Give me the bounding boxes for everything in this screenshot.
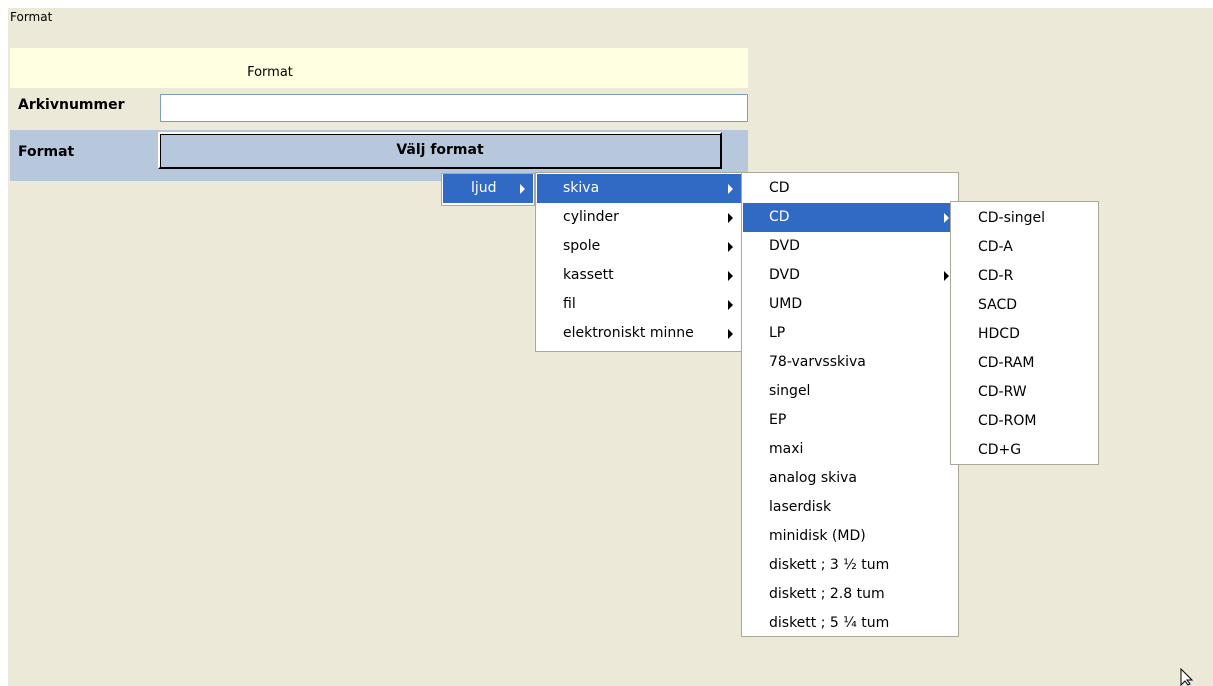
cd-menu-item-label: HDCD bbox=[978, 326, 1020, 342]
form-header-label: Format bbox=[247, 65, 293, 80]
menu-item-ljud-root-label: ljud bbox=[471, 180, 497, 196]
skiva-menu-item-7[interactable]: singel bbox=[743, 377, 957, 406]
cd-menu-item-5[interactable]: CD-RAM bbox=[952, 349, 1097, 378]
skiva-menu-item-10[interactable]: analog skiva bbox=[743, 464, 957, 493]
submenu-arrow-icon bbox=[728, 213, 733, 223]
submenu-arrow-icon bbox=[728, 271, 733, 281]
cd-menu-item-8[interactable]: CD+G bbox=[952, 436, 1097, 465]
skiva-menu-item-1[interactable]: CD bbox=[743, 203, 957, 232]
ljud-menu-item-4[interactable]: fil bbox=[537, 290, 741, 319]
skiva-menu-item-13[interactable]: diskett ; 3 ½ tum bbox=[743, 551, 957, 580]
cd-menu-item-1[interactable]: CD-A bbox=[952, 233, 1097, 262]
cd-menu-item-7[interactable]: CD-ROM bbox=[952, 407, 1097, 436]
ljud-submenu: skiva cylinder spole kassett fil elektroniskt… bbox=[535, 172, 743, 352]
arkivnummer-label: Arkivnummer bbox=[18, 97, 125, 113]
skiva-menu-item-label: minidisk (MD) bbox=[769, 528, 866, 544]
submenu-arrow-icon bbox=[728, 242, 733, 252]
ljud-menu-item-label: skiva bbox=[563, 180, 600, 196]
skiva-menu-item-4[interactable]: UMD bbox=[743, 290, 957, 319]
skiva-menu-item-label: DVD bbox=[769, 238, 800, 254]
cd-menu-item-label: CD-RW bbox=[978, 384, 1027, 400]
submenu-arrow-icon bbox=[728, 300, 733, 310]
skiva-menu-item-12[interactable]: minidisk (MD) bbox=[743, 522, 957, 551]
ljud-menu-item-2[interactable]: spole bbox=[537, 232, 741, 261]
skiva-menu-item-label: diskett ; 5 ¼ tum bbox=[769, 615, 890, 631]
skiva-menu-item-0[interactable]: CD bbox=[743, 174, 957, 203]
skiva-menu-item-label: analog skiva bbox=[769, 470, 857, 486]
skiva-menu-item-5[interactable]: LP bbox=[743, 319, 957, 348]
format-label: Format bbox=[18, 144, 75, 160]
skiva-menu-item-label: diskett ; 3 ½ tum bbox=[769, 557, 890, 573]
skiva-menu-item-label: LP bbox=[769, 325, 786, 341]
skiva-menu-item-label: CD bbox=[769, 180, 790, 196]
arkivnummer-input[interactable] bbox=[160, 94, 748, 122]
submenu-arrow-icon bbox=[944, 213, 949, 223]
skiva-menu-item-3[interactable]: DVD bbox=[743, 261, 957, 290]
ljud-menu-item-1[interactable]: cylinder bbox=[537, 203, 741, 232]
ljud-menu-item-label: kassett bbox=[563, 267, 614, 283]
ljud-menu-item-0[interactable]: skiva bbox=[537, 174, 741, 203]
cd-menu-item-label: CD-RAM bbox=[978, 355, 1035, 371]
ljud-menu-item-label: fil bbox=[563, 296, 576, 312]
skiva-menu-item-label: diskett ; 2.8 tum bbox=[769, 586, 885, 602]
cd-menu-item-2[interactable]: CD-R bbox=[952, 262, 1097, 291]
cd-menu-item-label: CD-ROM bbox=[978, 413, 1037, 429]
ljud-menu-item-5[interactable]: elektroniskt minne bbox=[537, 319, 741, 348]
cd-menu-item-label: CD-A bbox=[978, 239, 1013, 255]
cd-menu-item-label: CD+G bbox=[978, 442, 1022, 458]
skiva-menu-item-label: CD bbox=[769, 209, 790, 225]
submenu-arrow-icon bbox=[728, 329, 733, 339]
skiva-menu-item-11[interactable]: laserdisk bbox=[743, 493, 957, 522]
skiva-menu-item-14[interactable]: diskett ; 2.8 tum bbox=[743, 580, 957, 609]
skiva-menu-item-label: laserdisk bbox=[769, 499, 832, 515]
skiva-menu-item-label: 78-varvsskiva bbox=[769, 354, 866, 370]
skiva-menu-item-2[interactable]: DVD bbox=[743, 232, 957, 261]
submenu-arrow-icon bbox=[728, 184, 733, 194]
form-header: Format bbox=[10, 48, 748, 88]
skiva-menu-item-8[interactable]: EP bbox=[743, 406, 957, 435]
mouse-pointer-icon bbox=[1180, 668, 1194, 686]
skiva-menu-item-label: singel bbox=[769, 383, 811, 399]
format-menu-root: ljud bbox=[441, 173, 535, 206]
skiva-menu-item-15[interactable]: diskett ; 5 ¼ tum bbox=[743, 609, 957, 638]
ljud-menu-item-label: cylinder bbox=[563, 209, 619, 225]
cd-menu-item-3[interactable]: SACD bbox=[952, 291, 1097, 320]
skiva-menu-item-9[interactable]: maxi bbox=[743, 435, 957, 464]
ljud-menu-item-3[interactable]: kassett bbox=[537, 261, 741, 290]
skiva-menu-item-label: UMD bbox=[769, 296, 803, 312]
skiva-menu-item-6[interactable]: 78-varvsskiva bbox=[743, 348, 957, 377]
skiva-submenu: CD CD DVD DVD UMD LP 78-varvsskiva singel EP maxi… bbox=[741, 172, 959, 637]
choose-format-button[interactable]: Välj format bbox=[158, 132, 722, 169]
cd-menu-item-label: SACD bbox=[978, 297, 1018, 313]
cd-menu-item-0[interactable]: CD-singel bbox=[952, 204, 1097, 233]
cd-menu-item-6[interactable]: CD-RW bbox=[952, 378, 1097, 407]
cd-menu-item-label: CD-R bbox=[978, 268, 1014, 284]
page: Format Format Arkivnummer Format Välj fo… bbox=[0, 0, 1213, 686]
cd-menu-item-4[interactable]: HDCD bbox=[952, 320, 1097, 349]
skiva-menu-item-label: maxi bbox=[769, 441, 804, 457]
skiva-menu-item-label: DVD bbox=[769, 267, 800, 283]
cd-submenu: CD-singel CD-A CD-R SACD HDCD CD-RAM CD-RW CD-R… bbox=[950, 201, 1099, 465]
ljud-menu-item-label: spole bbox=[563, 238, 601, 254]
submenu-arrow-icon bbox=[944, 271, 949, 281]
window-title: Format bbox=[10, 10, 53, 24]
arkivnummer-row: Arkivnummer bbox=[10, 89, 748, 127]
ljud-menu-item-label: elektroniskt minne bbox=[563, 325, 694, 341]
cd-menu-item-label: CD-singel bbox=[978, 210, 1046, 226]
skiva-menu-item-label: EP bbox=[769, 412, 787, 428]
submenu-arrow-icon bbox=[520, 184, 525, 194]
menu-item-ljud-root-0[interactable]: ljud bbox=[443, 174, 533, 203]
